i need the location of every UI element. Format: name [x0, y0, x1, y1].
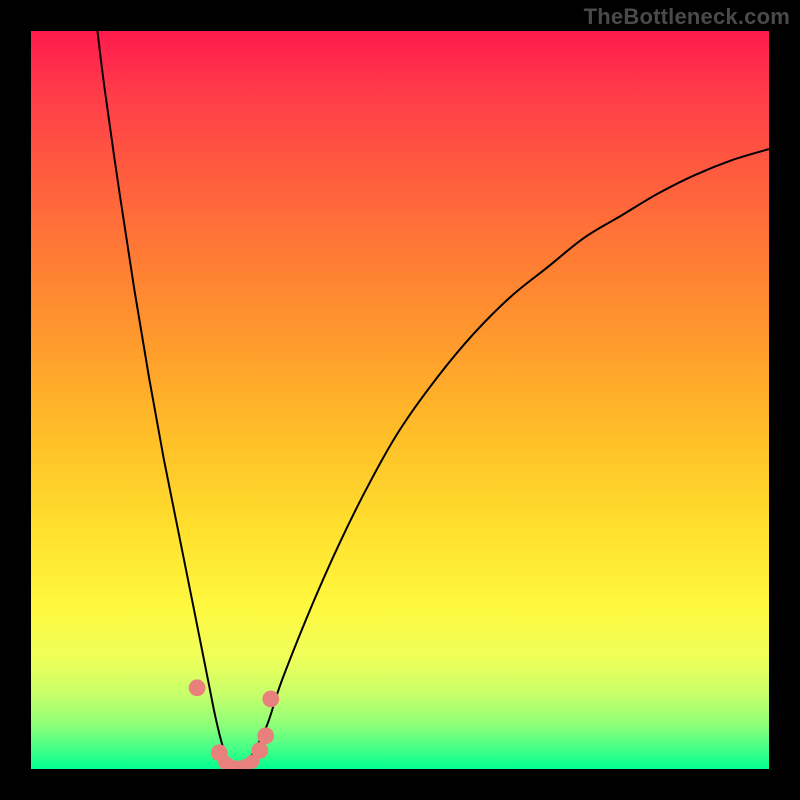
bottleneck-curve-path: [97, 31, 769, 769]
watermark-text: TheBottleneck.com: [584, 4, 790, 30]
chart-frame: TheBottleneck.com: [0, 0, 800, 800]
chart-plot-area: [31, 31, 769, 769]
data-point: [262, 691, 279, 708]
data-point: [257, 727, 274, 744]
curve-data-points: [189, 679, 280, 769]
data-point: [189, 679, 206, 696]
data-point: [251, 742, 268, 759]
bottleneck-curve-svg: [31, 31, 769, 769]
